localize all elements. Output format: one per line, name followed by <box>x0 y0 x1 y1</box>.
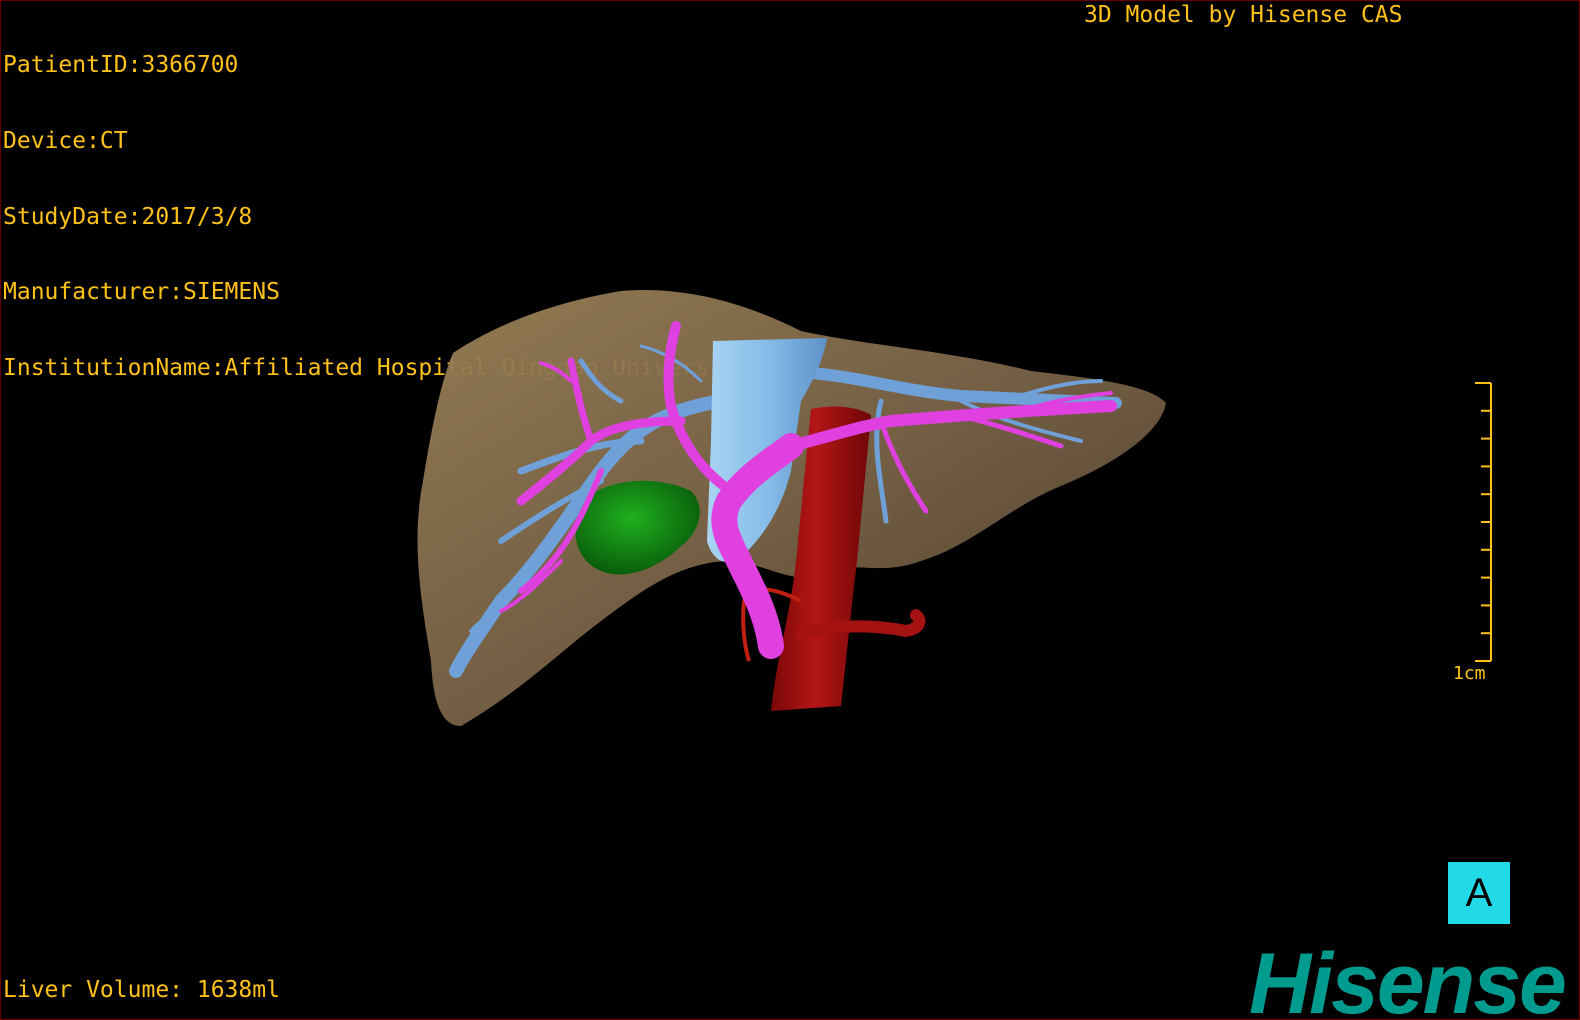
scale-bar <box>1475 382 1492 662</box>
3d-viewport[interactable]: PatientID:3366700 Device:CT StudyDate:20… <box>0 0 1580 1020</box>
liver-3d-model[interactable] <box>1 1 1579 1019</box>
hisense-logo: Hisense <box>1249 936 1567 1020</box>
scale-bar-label: 1cm <box>1453 663 1486 684</box>
liver-volume-text: Liver Volume: 1638ml <box>3 977 280 1003</box>
view-orientation-badge[interactable]: A <box>1448 862 1510 924</box>
